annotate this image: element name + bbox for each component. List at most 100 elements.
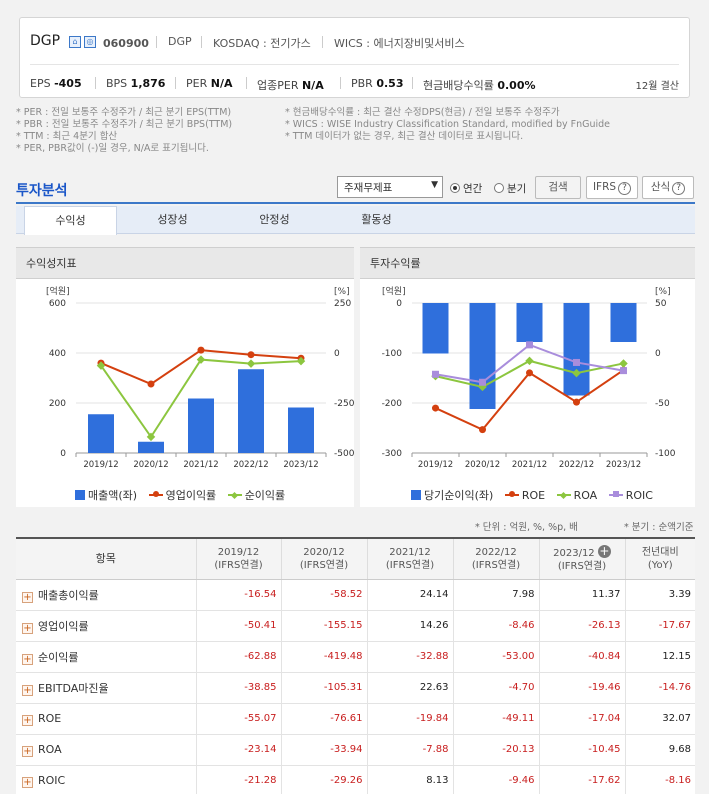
tab-stability[interactable]: 안정성	[228, 206, 321, 234]
radio-unchecked-icon	[494, 183, 504, 193]
legend-item[interactable]: 영업이익률	[148, 487, 216, 503]
legend-item[interactable]: ROA	[556, 489, 597, 502]
table-cell: -20.13	[452, 734, 539, 766]
row-label[interactable]: + ROE	[16, 703, 196, 735]
quarter-note: * 분기 : 순액기준	[624, 522, 694, 533]
table-cell: 24.14	[366, 579, 453, 611]
note-line: * WICS : WISE Industry Classification St…	[285, 119, 611, 130]
profitability-legend: 매출액(좌) 영업이익률 순이익률	[75, 487, 293, 503]
legend-item[interactable]: 매출액(좌)	[75, 487, 137, 503]
note-line: * TTM 데이터가 없는 경우, 최근 결산 데이터로 표시됩니다.	[285, 131, 524, 142]
statement-type-select[interactable]: 주재무제표 ▼	[337, 176, 443, 198]
expand-plus-icon[interactable]: +	[22, 714, 33, 726]
table-cell: 8.13	[366, 765, 453, 794]
row-label[interactable]: + 매출총이익률	[16, 579, 196, 611]
expand-plus-icon[interactable]: +	[22, 622, 33, 634]
bar	[516, 303, 543, 342]
row-label[interactable]: + ROA	[16, 734, 196, 766]
tab-activity[interactable]: 활동성	[330, 206, 423, 234]
legend-item[interactable]: ROE	[504, 489, 545, 502]
return-chart: [억원] [%] 0 -100 -200 -300 50 0 -50 -100 2019/12 202…	[382, 285, 676, 470]
diamond-line-swatch-icon	[556, 490, 571, 500]
header-2021[interactable]: 2021/12 (IFRS연결)	[366, 539, 453, 580]
bar	[422, 303, 449, 354]
table-cell: -49.11	[452, 703, 539, 735]
divider	[175, 77, 176, 89]
expand-plus-icon[interactable]: +	[22, 591, 33, 603]
note-line: * TTM : 최근 4분기 합산	[16, 131, 118, 142]
expand-plus-icon[interactable]: +	[22, 745, 33, 757]
button-label: 산식	[650, 181, 671, 193]
ifrs-help-button[interactable]: IFRS?	[586, 176, 638, 199]
question-icon: ?	[618, 182, 632, 195]
header-2019[interactable]: 2019/12 (IFRS연결)	[195, 539, 281, 580]
table-cell: -17.67	[624, 610, 695, 642]
table-row: + 순이익률 -62.88 -419.48 -32.88 -53.00 -40.84 12.1…	[16, 641, 695, 673]
bar	[469, 303, 496, 409]
home-icon[interactable]: ⌂	[69, 36, 81, 48]
bar-swatch-icon	[411, 490, 421, 500]
header-2022[interactable]: 2022/12 (IFRS연결)	[452, 539, 539, 580]
point-circle	[479, 426, 486, 434]
bar	[288, 407, 314, 453]
radio-quarter[interactable]: 분기	[494, 181, 526, 196]
expand-plus-icon[interactable]: +	[22, 776, 33, 788]
right-tick-label: 50	[655, 299, 667, 309]
add-circle-icon[interactable]: +	[597, 544, 611, 558]
row-label[interactable]: + ROIC	[16, 765, 196, 794]
expand-plus-icon[interactable]: +	[22, 653, 33, 665]
table-cell: -7.88	[366, 734, 453, 766]
market-sector: KOSDAQ : 전기가스	[213, 37, 311, 50]
table-cell: 32.07	[624, 703, 695, 735]
header-year: 2019/12	[217, 546, 260, 558]
x-tick-label: 2023/12	[606, 460, 641, 470]
row-label[interactable]: + EBITDA마진율	[16, 672, 196, 704]
formula-help-button[interactable]: 산식?	[642, 176, 694, 199]
radio-annual[interactable]: 연간	[450, 181, 482, 196]
expand-plus-icon[interactable]: +	[22, 684, 33, 696]
divider	[95, 77, 96, 89]
right-tick-label: -250	[334, 399, 354, 409]
legend-item[interactable]: ROIC	[608, 489, 653, 502]
header-2020[interactable]: 2020/12 (IFRS연결)	[280, 539, 367, 580]
notes-left: * PER : 전일 보통주 수정주가 / 최근 분기 EPS(TTM) * P…	[16, 107, 232, 155]
company-name: DGP	[30, 33, 61, 49]
company-code: 060900	[103, 37, 149, 50]
right-tick-label: -500	[334, 449, 354, 459]
search-button[interactable]: 검색	[535, 176, 581, 199]
table-cell: -53.00	[452, 641, 539, 673]
series-line	[100, 349, 302, 386]
divider	[156, 36, 157, 48]
x-tick-label: 2020/12	[133, 460, 168, 470]
x-tick-label: 2023/12	[283, 460, 318, 470]
table-cell: -29.26	[280, 765, 367, 794]
bar	[563, 303, 590, 396]
header-sub: (YoY)	[647, 559, 673, 571]
left-axis-unit: [억원]	[46, 285, 70, 297]
row-label[interactable]: + 순이익률	[16, 641, 196, 673]
analysis-tabs: 수익성 성장성 안정성 활동성	[16, 206, 695, 235]
panel-title: 투자수익률	[360, 247, 695, 279]
table-cell: -17.04	[538, 703, 625, 735]
table-cell: 9.68	[624, 734, 695, 766]
header-2023[interactable]: 2023/12 + (IFRS연결)	[538, 539, 625, 580]
header-year: 2023/12 +	[540, 544, 625, 560]
table-row: + ROA -23.14 -33.94 -7.88 -20.13 -10.45 9.68	[16, 734, 695, 766]
select-value: 주재무제표	[344, 182, 393, 194]
table-header-row: 항목 2019/12 (IFRS연결) 2020/12 (IFRS연결) 2021/…	[16, 539, 695, 580]
legend-item[interactable]: 당기순이익(좌)	[411, 487, 493, 503]
point-square	[432, 370, 439, 378]
ir-icon[interactable]: ◎	[84, 36, 96, 48]
question-icon: ?	[672, 182, 686, 195]
row-label[interactable]: + 영업이익률	[16, 610, 196, 642]
bar	[188, 398, 214, 453]
right-scroll-gutter	[695, 0, 709, 794]
table-cell: -26.13	[538, 610, 625, 642]
legend-item[interactable]: 순이익률	[227, 487, 286, 503]
tab-growth[interactable]: 성장성	[126, 206, 219, 234]
profitability-chart: [억원] [%] 600 400 200 0 250 0 -250 -500 2019/12 2020…	[46, 285, 354, 470]
settlement-month: 12월 결산	[635, 81, 679, 92]
legend-label: 순이익률	[244, 489, 286, 502]
table-cell: -105.31	[280, 672, 367, 704]
tab-profitability[interactable]: 수익성	[24, 206, 117, 235]
